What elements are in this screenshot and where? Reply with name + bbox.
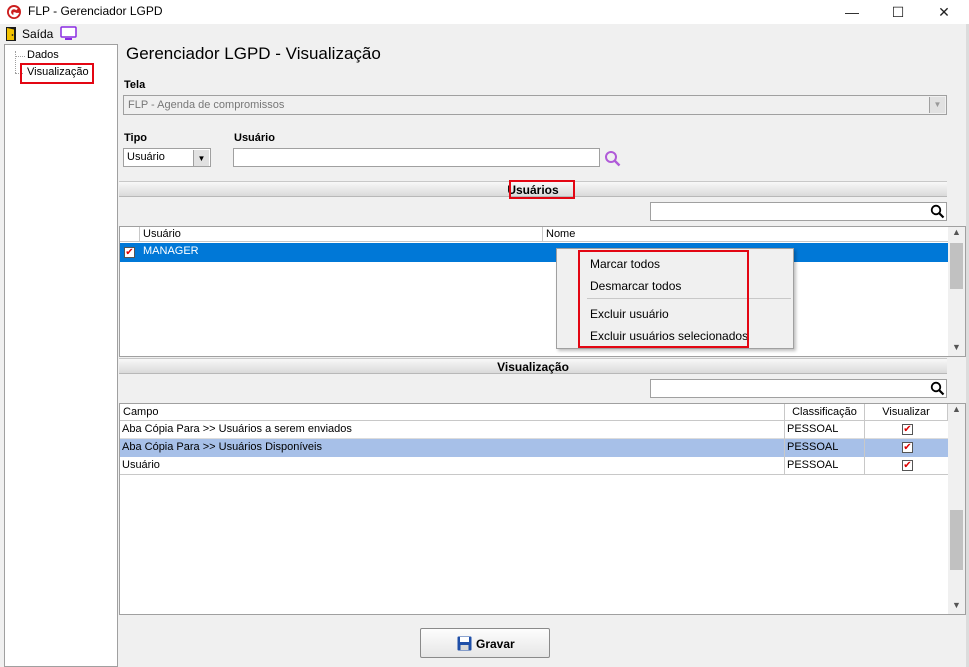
visualizacao-section-header: Visualização <box>119 358 947 374</box>
scrollbar-thumb[interactable] <box>950 510 963 570</box>
tipo-select-value: Usuário <box>127 151 165 163</box>
row-checkbox[interactable]: ✔ <box>124 247 135 258</box>
table-row[interactable]: Aba Cópia Para >> Usuários a serem envia… <box>120 421 948 439</box>
scroll-down-icon[interactable]: ▼ <box>948 600 965 614</box>
save-label: Gravar <box>476 637 515 651</box>
visualizacao-filter-input[interactable] <box>650 379 947 398</box>
table-row[interactable]: ✔ MANAGER <box>120 243 948 262</box>
monitor-icon[interactable] <box>60 26 77 41</box>
checkbox-column-header <box>120 227 140 242</box>
maximize-button[interactable]: ☐ <box>875 0 921 24</box>
sidebar-item-visualizacao[interactable]: Visualização <box>27 66 89 78</box>
sidebar-item-dados[interactable]: Dados <box>27 49 59 61</box>
scroll-up-icon[interactable]: ▲ <box>948 227 965 241</box>
sidebar-tree: Dados Visualização <box>4 44 118 667</box>
chevron-down-icon[interactable]: ▼ <box>929 97 945 113</box>
visualizar-checkbox[interactable]: ✔ <box>902 460 913 471</box>
cell-classificacao: PESSOAL <box>785 421 865 439</box>
cell-classificacao: PESSOAL <box>785 457 865 475</box>
scroll-down-icon[interactable]: ▼ <box>948 342 965 356</box>
search-icon[interactable] <box>604 150 621 167</box>
toolbar: Saída <box>0 24 969 44</box>
annotation-highlight-usuarios <box>509 180 575 199</box>
cell-campo: Aba Cópia Para >> Usuários a serem envia… <box>120 421 785 439</box>
floppy-disk-icon <box>457 636 472 651</box>
tree-line <box>15 51 16 73</box>
visualizar-checkbox[interactable]: ✔ <box>902 442 913 453</box>
column-header-nome[interactable]: Nome <box>543 227 949 242</box>
tela-select[interactable]: FLP - Agenda de compromissos ▼ <box>123 95 947 115</box>
visualizacao-section-title: Visualização <box>497 360 569 374</box>
visualizacao-grid: Campo Classificação Visualizar Aba Cópia… <box>119 403 966 615</box>
search-icon[interactable] <box>930 381 945 396</box>
app-logo-icon <box>7 5 21 19</box>
usuario-label: Usuário <box>234 132 275 144</box>
column-header-usuario[interactable]: Usuário <box>140 227 543 242</box>
table-row[interactable]: Usuário PESSOAL ✔ <box>120 457 948 475</box>
save-button[interactable]: Gravar <box>420 628 550 658</box>
column-header-visualizar[interactable]: Visualizar <box>865 404 948 421</box>
annotation-highlight-menu <box>578 250 749 348</box>
usuarios-grid: Usuário Nome ✔ MANAGER ▲ ▼ <box>119 226 966 357</box>
usuario-input[interactable] <box>233 148 600 167</box>
tipo-label: Tipo <box>124 132 148 144</box>
tree-line <box>15 56 25 57</box>
minimize-button[interactable]: — <box>829 0 875 24</box>
scroll-up-icon[interactable]: ▲ <box>948 404 965 418</box>
usuarios-scrollbar[interactable]: ▲ ▼ <box>948 227 965 356</box>
title-bar: FLP - Gerenciador LGPD — ☐ ✕ <box>0 0 969 24</box>
close-button[interactable]: ✕ <box>921 0 967 24</box>
cell-campo: Usuário <box>120 457 785 475</box>
door-exit-icon <box>6 27 16 41</box>
exit-button[interactable]: Saída <box>4 25 54 43</box>
search-icon[interactable] <box>930 204 945 219</box>
tela-label: Tela <box>124 79 146 91</box>
page-title: Gerenciador LGPD - Visualização <box>126 44 381 63</box>
exit-label: Saída <box>22 27 54 41</box>
visualizacao-scrollbar[interactable]: ▲ ▼ <box>948 404 965 614</box>
cell-classificacao: PESSOAL <box>785 439 865 457</box>
tela-select-value: FLP - Agenda de compromissos <box>128 99 285 111</box>
visualizar-checkbox[interactable]: ✔ <box>902 424 913 435</box>
tipo-select[interactable]: Usuário ▼ <box>123 148 211 167</box>
chevron-down-icon[interactable]: ▼ <box>193 150 209 166</box>
window-title: FLP - Gerenciador LGPD <box>28 4 163 18</box>
cell-campo: Aba Cópia Para >> Usuários Disponíveis <box>120 439 785 457</box>
table-row[interactable]: Aba Cópia Para >> Usuários Disponíveis P… <box>120 439 948 457</box>
column-header-classificacao[interactable]: Classificação <box>785 404 865 421</box>
row-usuario: MANAGER <box>143 245 199 257</box>
column-header-campo[interactable]: Campo <box>120 404 785 421</box>
usuarios-filter-input[interactable] <box>650 202 947 221</box>
scrollbar-thumb[interactable] <box>950 243 963 289</box>
